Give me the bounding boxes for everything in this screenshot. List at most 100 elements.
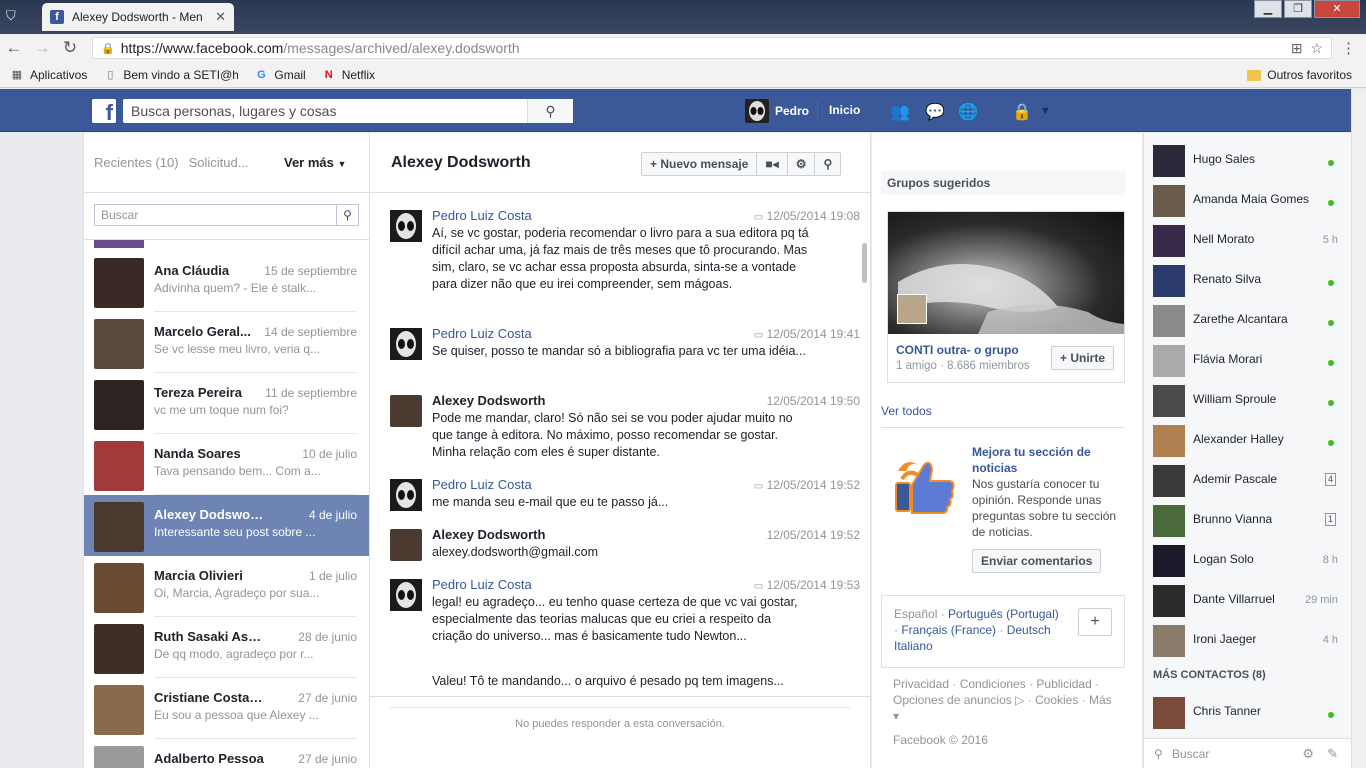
message-sender[interactable]: Alexey Dodsworth bbox=[432, 393, 545, 408]
friend-requests-icon[interactable]: 👥 bbox=[890, 102, 910, 122]
contact-name: Renato Silva bbox=[1193, 272, 1262, 286]
improve-feed-title[interactable]: Mejora tu sección de noticias bbox=[972, 444, 1122, 476]
contact-name: Brunno Vianna bbox=[1193, 512, 1273, 526]
thread-item[interactable]: Adalberto Pessoa 27 de junio bbox=[84, 739, 369, 768]
contact-name: Chris Tanner bbox=[1193, 704, 1261, 718]
thread-preview: Oi, Marcia, Agradeço por sua... bbox=[154, 586, 320, 600]
search-icon[interactable]: ⚲ bbox=[527, 99, 573, 123]
tab-requests[interactable]: Solicitud... bbox=[189, 155, 249, 170]
avatar bbox=[390, 395, 422, 427]
chat-contact[interactable]: Ironi Jaeger 4 h bbox=[1144, 619, 1352, 659]
url-field[interactable]: 🔒 https://www.facebook.com/messages/arch… bbox=[92, 37, 1332, 59]
close-window-button[interactable]: ✕ bbox=[1314, 0, 1360, 18]
thread-search-input[interactable]: Buscar ⚲ bbox=[94, 204, 359, 226]
bookmark-apps[interactable]: ▦ Aplicativos bbox=[10, 68, 88, 82]
chat-contact[interactable]: Dante Villarruel 29 min bbox=[1144, 579, 1352, 619]
messages-icon[interactable]: 💬 bbox=[925, 102, 945, 122]
notifications-globe-icon[interactable]: 🌐 bbox=[958, 102, 978, 122]
page-scrollbar[interactable] bbox=[1351, 89, 1366, 768]
search-icon: ⚲ bbox=[1154, 747, 1163, 761]
see-all-link[interactable]: Ver todos bbox=[881, 404, 932, 418]
thread-item[interactable]: Nanda Soares 10 de julio Tava pensando bem… bbox=[84, 434, 369, 495]
reload-icon[interactable]: ↻ bbox=[56, 38, 84, 58]
browser-tab[interactable]: f Alexey Dodsworth - Men ✕ bbox=[42, 3, 234, 31]
avatar bbox=[1153, 265, 1185, 297]
contact-name: Alexander Halley bbox=[1193, 432, 1284, 446]
more-dropdown[interactable]: Ver más ▼ bbox=[284, 155, 346, 170]
last-active-time: 5 h bbox=[1322, 234, 1338, 246]
back-icon[interactable]: ← bbox=[0, 38, 28, 58]
thread-date: 27 de junio bbox=[298, 752, 357, 766]
chat-contact[interactable]: Hugo Sales bbox=[1144, 139, 1352, 179]
copyright: Facebook © 2016 bbox=[893, 733, 988, 747]
thread-item[interactable]: Ana Cláudia 15 de septiembre Adivinha quem… bbox=[84, 251, 369, 312]
thread-item[interactable]: Cristiane Costa Cruz 27 de junio Eu sou a … bbox=[84, 678, 369, 739]
bookmark-gmail[interactable]: G Gmail bbox=[254, 68, 306, 82]
chat-contact[interactable]: Chris Tanner bbox=[1144, 691, 1352, 731]
chat-contact[interactable]: Logan Solo 8 h bbox=[1144, 539, 1352, 579]
maximize-button[interactable]: ❐ bbox=[1284, 0, 1312, 18]
chat-contact[interactable]: Amanda Maia Gomes bbox=[1144, 179, 1352, 219]
bookmark-seti[interactable]: ▯ Bem vindo a SETI@ho bbox=[103, 68, 238, 82]
search-icon[interactable]: ⚲ bbox=[336, 205, 358, 225]
chat-contact[interactable]: Ademir Pascale 4 bbox=[1144, 459, 1352, 499]
group-name-link[interactable]: CONTI outra- o grupo bbox=[896, 343, 1019, 357]
language-link[interactable]: Deutsch bbox=[1007, 623, 1051, 637]
message-sender[interactable]: Pedro Luiz Costa bbox=[432, 577, 532, 592]
thread-item[interactable]: Marcelo Geral... 14 de septiembre Se vc le… bbox=[84, 312, 369, 373]
message-timestamp: ▭ 12/05/2014 19:53 bbox=[753, 578, 860, 592]
message-sender[interactable]: Pedro Luiz Costa bbox=[432, 208, 532, 223]
thread-name: Adalberto Pessoa bbox=[154, 751, 264, 766]
avatar bbox=[1153, 345, 1185, 377]
forward-icon[interactable]: → bbox=[28, 38, 56, 58]
new-message-button[interactable]: + Nuevo mensaje bbox=[642, 153, 758, 175]
chat-settings-icon[interactable]: ⚙ bbox=[1302, 746, 1314, 762]
home-link[interactable]: Inicio bbox=[829, 103, 860, 117]
thread-name: Tereza Pereira bbox=[154, 385, 242, 400]
footer-links[interactable]: Privacidad · Condiciones · Publicidad · … bbox=[893, 676, 1113, 724]
url-path: /messages/archived/alexey.dodsworth bbox=[283, 40, 520, 56]
avatar bbox=[94, 319, 144, 369]
facebook-search-input[interactable]: Busca personas, lugares y cosas ⚲ bbox=[123, 99, 573, 123]
chat-contact[interactable]: William Sproule bbox=[1144, 379, 1352, 419]
chat-contact[interactable]: Brunno Vianna 1 bbox=[1144, 499, 1352, 539]
profile-link[interactable]: Pedro bbox=[745, 99, 809, 123]
thread-item[interactable]: Tereza Pereira 11 de septiembre vc me um t… bbox=[84, 373, 369, 434]
message-sender[interactable]: Pedro Luiz Costa bbox=[432, 326, 532, 341]
language-link[interactable]: Français (France) bbox=[901, 623, 996, 637]
video-call-icon[interactable]: ■◂ bbox=[757, 153, 788, 175]
privacy-lock-icon[interactable]: 🔒 bbox=[1012, 102, 1032, 122]
chat-contact[interactable]: Nell Morato 5 h bbox=[1144, 219, 1352, 259]
language-link[interactable]: Português (Portugal) bbox=[948, 607, 1059, 621]
chat-search-input[interactable]: ⚲ Buscar ⚙ ✎ bbox=[1144, 738, 1352, 768]
bookmark-netflix[interactable]: N Netflix bbox=[322, 68, 375, 82]
compose-icon[interactable]: ✎ bbox=[1327, 746, 1338, 762]
search-icon[interactable]: ⚲ bbox=[815, 153, 840, 175]
online-indicator bbox=[1328, 280, 1334, 286]
thread-item[interactable]: Ruth Sasaki Astrolo... 28 de junio De qq m… bbox=[84, 617, 369, 678]
scrollbar-thumb[interactable] bbox=[862, 243, 867, 283]
facebook-logo-icon[interactable]: f bbox=[92, 99, 116, 123]
translate-icon[interactable]: ⊞ bbox=[1291, 40, 1303, 56]
bookmark-star-icon[interactable]: ☆ bbox=[1310, 40, 1323, 56]
join-group-button[interactable]: + Unirte bbox=[1051, 346, 1115, 370]
language-link[interactable]: Italiano bbox=[894, 639, 933, 653]
send-feedback-button[interactable]: Enviar comentarios bbox=[972, 549, 1102, 573]
account-menu-icon[interactable]: ▼ bbox=[1040, 105, 1051, 117]
chat-contact[interactable]: Alexander Halley bbox=[1144, 419, 1352, 459]
avatar bbox=[390, 328, 422, 360]
chat-contact[interactable]: Zarethe Alcantara bbox=[1144, 299, 1352, 339]
gear-icon[interactable]: ⚙ bbox=[788, 153, 816, 175]
tab-close-icon[interactable]: ✕ bbox=[215, 9, 226, 25]
message-sender[interactable]: Pedro Luiz Costa bbox=[432, 477, 532, 492]
tab-recent[interactable]: Recientes (10) bbox=[94, 155, 179, 170]
message-sender[interactable]: Alexey Dodsworth bbox=[432, 527, 545, 542]
chat-contact[interactable]: Renato Silva bbox=[1144, 259, 1352, 299]
add-language-button[interactable]: + bbox=[1078, 608, 1112, 636]
minimize-button[interactable]: ▁ bbox=[1254, 0, 1282, 18]
thread-item[interactable]: Marcia Olivieri 1 de julio Oi, Marcia, Agr… bbox=[84, 556, 369, 617]
browser-menu-icon[interactable]: ⋮ bbox=[1341, 39, 1356, 57]
thread-item[interactable]: Alexey Dodsworth 4 de julio Interessante s… bbox=[84, 495, 369, 556]
other-bookmarks[interactable]: Outros favoritos bbox=[1247, 68, 1352, 82]
chat-contact[interactable]: Flávia Morari bbox=[1144, 339, 1352, 379]
